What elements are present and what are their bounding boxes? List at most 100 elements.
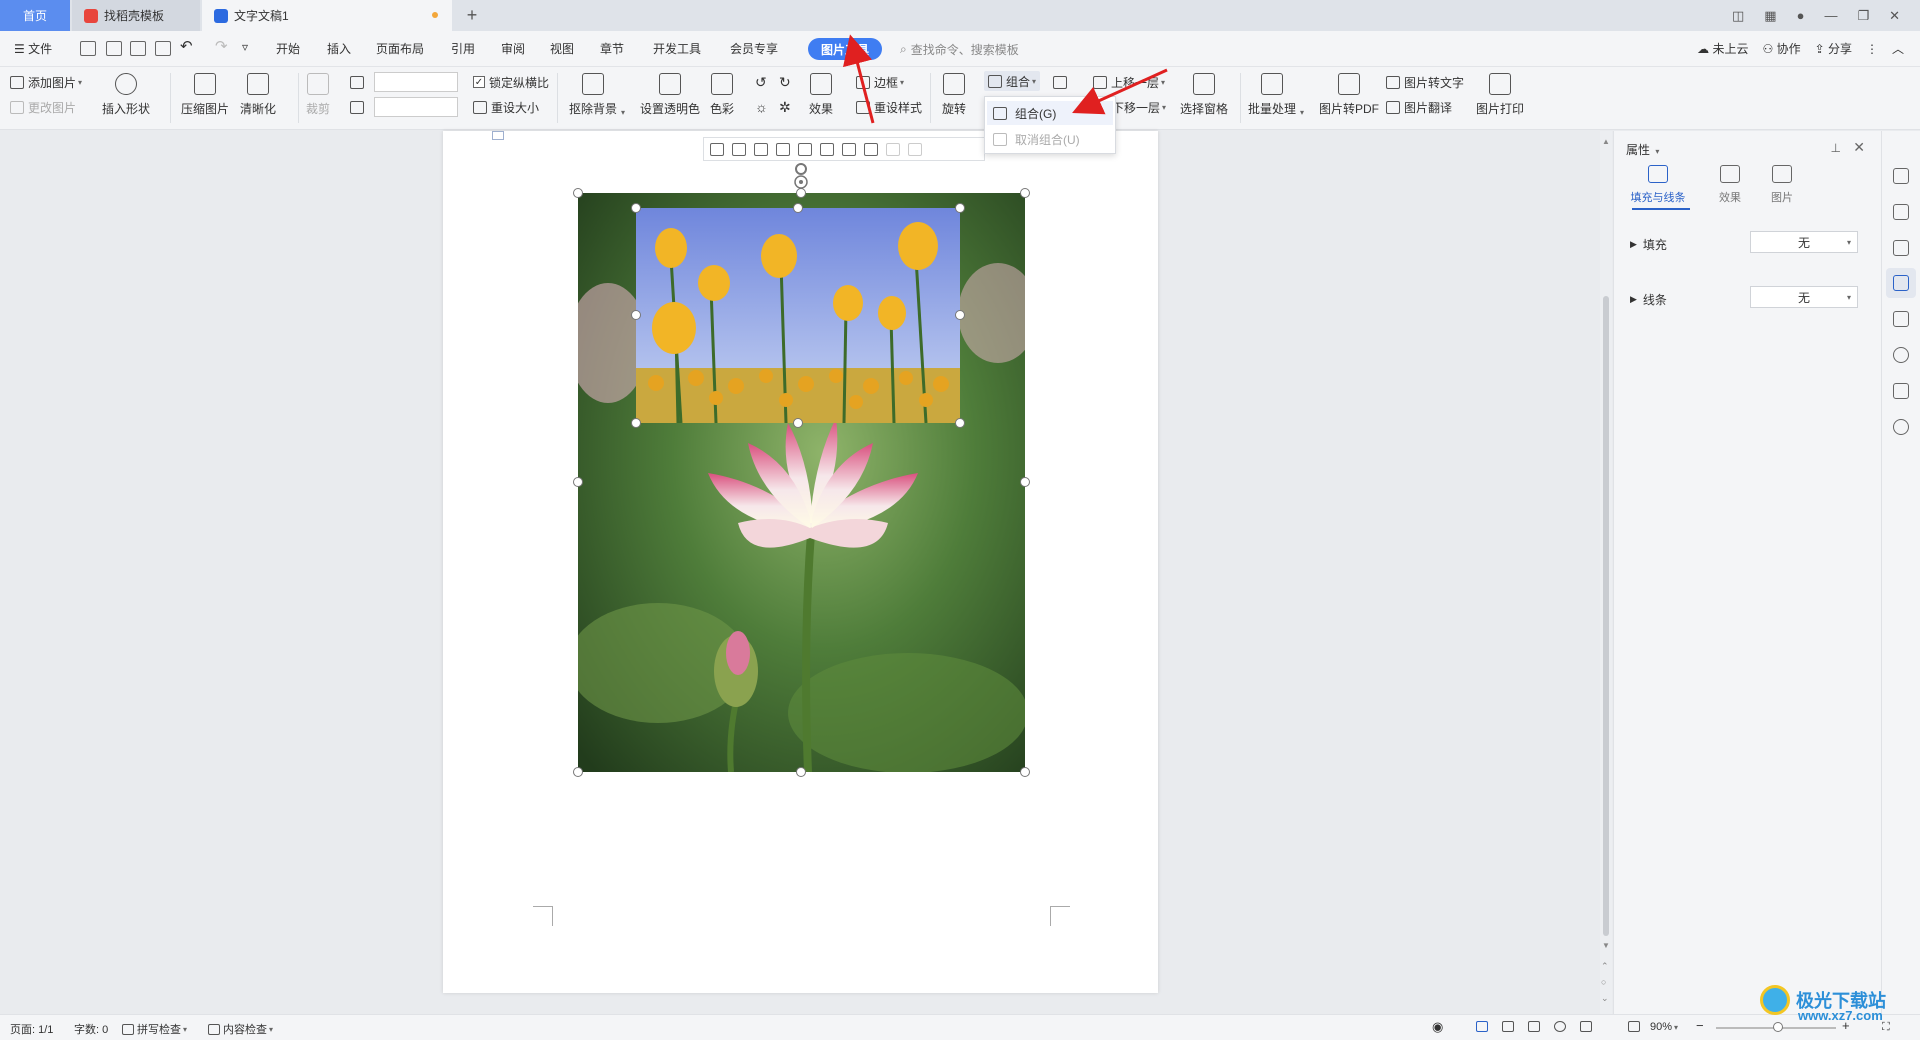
menu-developer[interactable]: 开发工具 [653, 40, 701, 57]
next-page-icon[interactable]: ⌄ [1601, 993, 1609, 1004]
batch-process-button[interactable]: 批量处理 ▾ [1248, 73, 1304, 117]
menu-view[interactable]: 视图 [550, 40, 574, 57]
fill-section-toggle[interactable]: ▶ 填充 [1630, 236, 1667, 253]
resize-handle[interactable] [573, 767, 583, 777]
menu-start[interactable]: 开始 [276, 40, 300, 57]
scroll-up-icon[interactable]: ▲ [1602, 137, 1610, 146]
share-button[interactable]: ⇪ 分享 [1815, 40, 1852, 57]
vertical-scrollbar[interactable]: ▲ ▼ ⌃ ○ ⌄ [1600, 131, 1612, 1014]
add-picture-button[interactable]: 添加图片 ▾ [10, 72, 82, 92]
menu-member[interactable]: 会员专享 [730, 40, 778, 57]
zoom-slider-knob[interactable] [1773, 1022, 1783, 1032]
resize-handle[interactable] [793, 203, 803, 213]
eye-protection-icon[interactable]: ◉ [1432, 1019, 1443, 1035]
scroll-thumb[interactable] [1603, 296, 1609, 936]
brightness-up-icon[interactable]: ☼ [755, 97, 768, 117]
resize-handle[interactable] [793, 418, 803, 428]
collaborate-button[interactable]: ⚇ 协作 [1762, 40, 1800, 57]
compress-picture-button[interactable]: 压缩图片 [181, 73, 229, 117]
distribute-icon[interactable] [864, 142, 878, 156]
page-indicator[interactable]: 页面: 1/1 [10, 1021, 53, 1037]
set-transparent-button[interactable]: 设置透明色 [640, 73, 700, 117]
resize-handle[interactable] [1020, 477, 1030, 487]
reset-size-button[interactable]: 重设大小 [473, 97, 539, 117]
layout-icon[interactable]: ◫ [1732, 8, 1744, 24]
picture-to-text-button[interactable]: 图片转文字 [1386, 72, 1464, 92]
selection-pane-button[interactable]: 选择窗格 [1180, 73, 1228, 117]
page-view-icon[interactable] [1476, 1021, 1491, 1032]
menu-item-group[interactable]: 组合(G) [993, 102, 1056, 124]
avatar[interactable]: ● [1797, 8, 1805, 23]
menu-references[interactable]: 引用 [451, 40, 475, 57]
menu-picture-tools[interactable]: 图片工具 [808, 38, 882, 60]
lock-aspect-checkbox[interactable]: ✓ 锁定纵横比 [473, 72, 549, 92]
change-picture-button[interactable]: 更改图片 [10, 97, 76, 117]
resize-handle[interactable] [1020, 767, 1030, 777]
picture-translate-button[interactable]: 图片翻译 [1386, 97, 1452, 117]
more-icon[interactable]: ⋮ [1866, 42, 1878, 56]
align-top-icon[interactable] [798, 142, 812, 156]
align-bottom-icon[interactable] [842, 142, 856, 156]
compass-icon[interactable] [1893, 347, 1909, 363]
collapse-ribbon-icon[interactable]: ︿ [1892, 40, 1904, 57]
minimize-button[interactable]: — [1824, 8, 1837, 23]
outline-view-icon[interactable] [1502, 1021, 1517, 1032]
menu-item-ungroup[interactable]: 取消组合(U) [993, 128, 1080, 150]
pen-icon[interactable] [1893, 204, 1909, 220]
line-section-toggle[interactable]: ▶ 线条 [1630, 291, 1667, 308]
fit-page-icon[interactable] [1628, 1021, 1643, 1032]
content-check-button[interactable]: 内容检查 ▾ [208, 1021, 273, 1037]
remove-background-button[interactable]: 抠除背景 ▾ [569, 73, 625, 117]
cloud-status-button[interactable]: ☁ 未上云 [1697, 40, 1748, 57]
cursor-icon[interactable] [1893, 240, 1909, 256]
align-center-icon[interactable] [754, 142, 768, 156]
align-right-icon[interactable] [776, 142, 790, 156]
menu-page-layout[interactable]: 页面布局 [376, 40, 424, 57]
insert-shape-button[interactable]: 插入形状 [102, 73, 150, 117]
print-preview-icon[interactable] [155, 41, 171, 56]
bring-forward-button[interactable]: 上移一层 ▾ [1093, 72, 1165, 92]
resize-handle[interactable] [631, 203, 641, 213]
word-count[interactable]: 字数: 0 [74, 1021, 108, 1037]
color-button[interactable]: 色彩 [710, 73, 734, 117]
picture-print-button[interactable]: 图片打印 [1476, 73, 1524, 117]
export-pdf-icon[interactable] [106, 41, 122, 56]
writing-mode-icon[interactable] [1580, 1021, 1595, 1032]
tab-effects[interactable]: 效果 [1700, 165, 1760, 205]
resize-handle[interactable] [573, 477, 583, 487]
web-view-icon[interactable] [1554, 1021, 1569, 1032]
menu-chapter[interactable]: 章节 [600, 40, 624, 57]
restore-button[interactable]: ❐ [1857, 8, 1869, 24]
resize-handle[interactable] [1020, 188, 1030, 198]
print-icon[interactable] [130, 41, 146, 56]
resize-handle[interactable] [955, 310, 965, 320]
resize-handle[interactable] [955, 203, 965, 213]
effects-button[interactable]: 效果 [809, 73, 833, 117]
brightness-down-icon[interactable]: ✲ [779, 97, 791, 117]
scroll-down-icon[interactable]: ▼ [1602, 941, 1610, 950]
fill-select[interactable]: 无 ▾ [1750, 231, 1858, 253]
align-middle-icon[interactable] [820, 142, 834, 156]
file-menu[interactable]: ☰ 文件 [14, 40, 52, 57]
resize-handle[interactable] [573, 188, 583, 198]
tab-template[interactable]: 找稻壳模板 [72, 0, 200, 31]
undo-icon[interactable]: ↶ [180, 37, 193, 55]
help-icon[interactable] [1893, 419, 1909, 435]
crop-button[interactable]: 裁剪 [306, 73, 330, 117]
zoom-out-button[interactable]: − [1696, 1018, 1704, 1033]
fullscreen-icon[interactable]: ⛶ [1882, 1021, 1890, 1034]
wrap-text-icon[interactable] [1053, 72, 1071, 92]
close-icon[interactable]: ✕ [1853, 139, 1865, 156]
layout-options-icon[interactable] [710, 142, 724, 156]
border-button[interactable]: 边框 ▾ [856, 72, 904, 92]
tab-document[interactable]: 文字文稿1 [202, 0, 452, 31]
tab-home[interactable]: 首页 [0, 0, 70, 31]
customize-quick-access-icon[interactable]: ▿ [242, 40, 248, 54]
rotate-left-icon[interactable]: ↺ [755, 72, 767, 92]
sharpen-button[interactable]: 清晰化 [240, 73, 276, 117]
reset-style-button[interactable]: 重设样式 [856, 97, 922, 117]
rotate-right-icon[interactable]: ↻ [779, 72, 791, 92]
width-input[interactable] [374, 97, 458, 117]
height-input[interactable] [374, 72, 458, 92]
menu-insert[interactable]: 插入 [327, 40, 351, 57]
